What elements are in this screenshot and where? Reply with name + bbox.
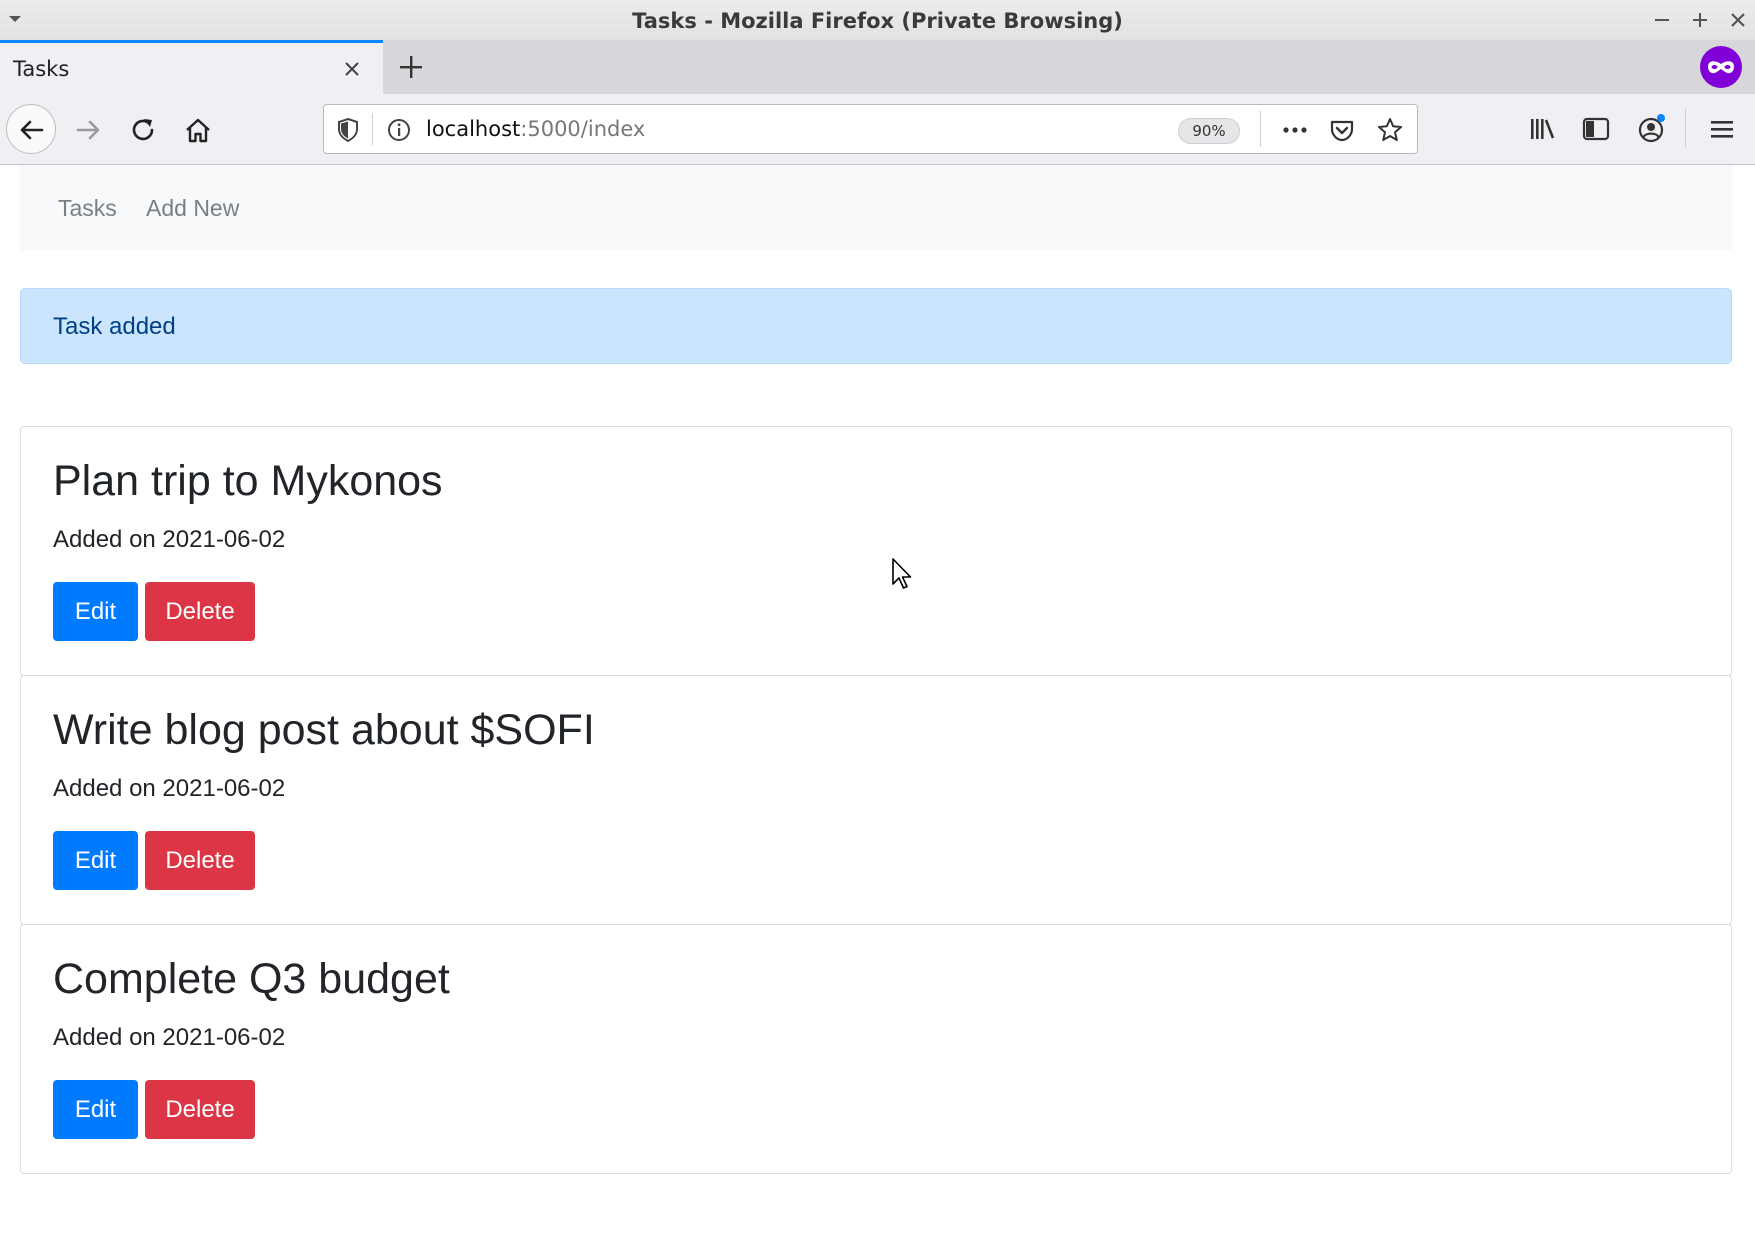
maximize-icon[interactable] [1688, 8, 1712, 32]
url-path: :5000/index [520, 117, 646, 141]
tab-label: Tasks [13, 57, 70, 81]
task-card: Complete Q3 budget Added on 2021-06-02 E… [20, 924, 1732, 1174]
window-title: Tasks - Mozilla Firefox (Private Browsin… [632, 9, 1123, 33]
tab-tasks[interactable]: Tasks [0, 40, 383, 94]
task-date: Added on 2021-06-02 [53, 526, 286, 553]
new-tab-icon[interactable] [396, 52, 426, 82]
account-icon[interactable] [1635, 113, 1667, 145]
nav-link-tasks[interactable]: Tasks [58, 195, 117, 222]
forward-arrow-icon[interactable] [73, 115, 103, 145]
sidebar-icon[interactable] [1580, 113, 1612, 145]
page-content: Tasks Add New Task added Plan trip to My… [0, 165, 1755, 1254]
library-icon[interactable] [1526, 113, 1558, 145]
alert-message: Task added [53, 313, 176, 340]
url-text[interactable]: localhost:5000/index [426, 117, 645, 141]
private-browsing-icon [1700, 46, 1742, 88]
task-title: Write blog post about $SOFI [53, 706, 595, 754]
task-title: Complete Q3 budget [53, 955, 450, 1003]
bookmark-star-icon[interactable] [1376, 116, 1404, 144]
task-title: Plan trip to Mykonos [53, 457, 443, 505]
url-divider [1260, 111, 1261, 147]
minimize-icon[interactable] [1650, 8, 1674, 32]
pocket-icon[interactable] [1328, 116, 1356, 144]
window-close-icon[interactable] [1726, 8, 1750, 32]
edit-button[interactable]: Edit [53, 582, 138, 641]
tracking-shield-icon[interactable] [336, 117, 360, 143]
window-titlebar: Tasks - Mozilla Firefox (Private Browsin… [0, 0, 1755, 41]
flash-alert: Task added [20, 288, 1732, 364]
task-date: Added on 2021-06-02 [53, 1024, 286, 1051]
tab-close-icon[interactable] [340, 57, 364, 81]
delete-button[interactable]: Delete [145, 582, 255, 641]
app-navbar: Tasks Add New [20, 165, 1732, 250]
tab-strip: Tasks [0, 40, 1755, 94]
task-card: Write blog post about $SOFI Added on 202… [20, 675, 1732, 925]
mouse-cursor-icon [892, 558, 912, 589]
edit-button[interactable]: Edit [53, 831, 138, 890]
toolbar-divider [1685, 108, 1686, 148]
nav-link-add-new[interactable]: Add New [146, 195, 239, 222]
edit-button[interactable]: Edit [53, 1080, 138, 1139]
back-button[interactable] [6, 104, 56, 154]
home-icon[interactable] [183, 115, 213, 145]
url-divider [372, 113, 373, 145]
site-info-icon[interactable] [386, 117, 412, 143]
nav-toolbar: localhost:5000/index 90% [0, 94, 1755, 165]
zoom-level-badge[interactable]: 90% [1178, 118, 1240, 144]
url-bar[interactable]: localhost:5000/index 90% [323, 104, 1418, 154]
url-host: localhost [426, 117, 521, 141]
delete-button[interactable]: Delete [145, 1080, 255, 1139]
delete-button[interactable]: Delete [145, 831, 255, 890]
task-date: Added on 2021-06-02 [53, 775, 286, 802]
back-arrow-icon [20, 120, 44, 140]
task-card: Plan trip to Mykonos Added on 2021-06-02… [20, 426, 1732, 676]
page-actions-icon[interactable] [1280, 117, 1310, 143]
hamburger-menu-icon[interactable] [1706, 113, 1738, 145]
reload-icon[interactable] [128, 115, 158, 145]
